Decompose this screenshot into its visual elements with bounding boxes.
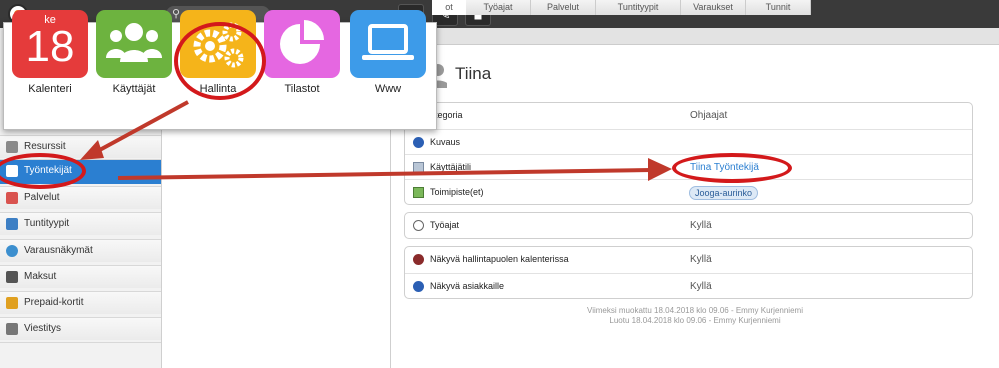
highlight-ring-hallinta bbox=[174, 22, 266, 100]
work-hours-box: Työajat Kyllä bbox=[404, 212, 973, 239]
search-icon: ⚲ bbox=[172, 8, 181, 20]
tab-tyoajat[interactable]: Työajat bbox=[466, 0, 531, 15]
app-tilastot-label: Tilastot bbox=[284, 83, 320, 95]
prepaid-cards-icon bbox=[6, 297, 18, 309]
eye-icon bbox=[413, 281, 424, 292]
kuvaus-label: Kuvaus bbox=[430, 137, 461, 147]
sidebar-item-maksut[interactable]: Maksut bbox=[0, 265, 161, 288]
hour-types-icon bbox=[6, 218, 18, 230]
sidebar-item-varausnakymat[interactable]: Varausnäkymät bbox=[0, 239, 161, 262]
tab-perustiedot[interactable]: ot bbox=[432, 0, 467, 15]
app-kalenteri[interactable]: ke 18 bbox=[12, 10, 88, 78]
info-icon bbox=[413, 137, 424, 148]
pie-chart-icon bbox=[280, 20, 324, 64]
nakyva-asiakkaille-label: Näkyvä asiakkaille bbox=[430, 281, 505, 291]
nakyva-hallinta-label: Näkyvä hallintapuolen kalenterissa bbox=[430, 254, 569, 264]
app-kayttajat-label: Käyttäjät bbox=[112, 83, 156, 95]
sidebar-item-prepaid-kortit[interactable]: Prepaid-kortit bbox=[0, 291, 161, 314]
detail-row-toimipiste: Toimipiste(et) Jooga-aurinko bbox=[405, 179, 972, 205]
payments-icon bbox=[6, 271, 18, 283]
visibility-box: Näkyvä hallintapuolen kalenterissa Kyllä… bbox=[404, 246, 973, 299]
tab-tunnit[interactable]: Tunnit bbox=[746, 0, 811, 15]
services-icon bbox=[6, 192, 18, 204]
app-www[interactable] bbox=[350, 10, 426, 78]
kategoria-value: Ohjaajat bbox=[690, 110, 728, 121]
nakyva-hallinta-value: Kyllä bbox=[690, 254, 712, 265]
clock-icon bbox=[413, 220, 424, 231]
messaging-icon bbox=[6, 323, 18, 335]
toimipiste-label: Toimipiste(et) bbox=[430, 187, 484, 197]
app-tilastot[interactable] bbox=[264, 10, 340, 78]
calendar-day-number: 18 bbox=[25, 22, 75, 71]
detail-row-nakyva-asiakkaille: Näkyvä asiakkaille Kyllä bbox=[405, 273, 972, 299]
laptop-icon bbox=[362, 24, 414, 60]
user-card-icon bbox=[413, 162, 424, 173]
resources-icon bbox=[6, 141, 18, 153]
sidebar-item-viestitys[interactable]: Viestitys bbox=[0, 317, 161, 340]
sidebar-item-tuntityypit[interactable]: Tuntityypit bbox=[0, 212, 161, 235]
app-kalenteri-label: Kalenteri bbox=[28, 83, 72, 95]
tab-bar bbox=[391, 28, 999, 45]
tyoajat-label: Työajat bbox=[430, 220, 460, 230]
users-icon bbox=[106, 23, 162, 62]
booking-views-icon bbox=[6, 245, 18, 257]
details-box: ategoria Ohjaajat Kuvaus Käyttäjätili Ti… bbox=[404, 102, 973, 205]
eye-icon bbox=[413, 254, 424, 265]
detail-row-nakyva-hallinta: Näkyvä hallintapuolen kalenterissa Kyllä bbox=[405, 247, 972, 272]
highlight-ring-user-account bbox=[672, 153, 792, 183]
nakyva-asiakkaille-value: Kyllä bbox=[690, 281, 712, 292]
tab-varaukset[interactable]: Varaukset bbox=[681, 0, 746, 15]
location-icon bbox=[413, 187, 424, 198]
detail-row-kategoria: ategoria Ohjaajat bbox=[405, 103, 972, 128]
sidebar-item-palvelut[interactable]: Palvelut bbox=[0, 186, 161, 209]
employee-name: Tiina bbox=[455, 64, 492, 83]
created-info: Luotu 18.04.2018 klo 09.06 - Emmy Kurjen… bbox=[609, 316, 781, 325]
app-www-label: Www bbox=[374, 83, 402, 95]
modified-info: Viimeksi muokattu 18.04.2018 klo 09.06 -… bbox=[587, 306, 803, 315]
detail-row-kuvaus: Kuvaus bbox=[405, 129, 972, 155]
sidebar-divider bbox=[0, 342, 161, 343]
tab-palvelut[interactable]: Palvelut bbox=[531, 0, 596, 15]
app-kayttajat[interactable] bbox=[96, 10, 172, 78]
kayttajatili-label: Käyttäjätili bbox=[430, 162, 472, 172]
location-chip[interactable]: Jooga-aurinko bbox=[689, 186, 759, 200]
tab-tuntityypit[interactable]: Tuntityypit bbox=[596, 0, 681, 15]
detail-row-tyoajat: Työajat Kyllä bbox=[405, 213, 972, 238]
tyoajat-value: Kyllä bbox=[690, 220, 712, 231]
